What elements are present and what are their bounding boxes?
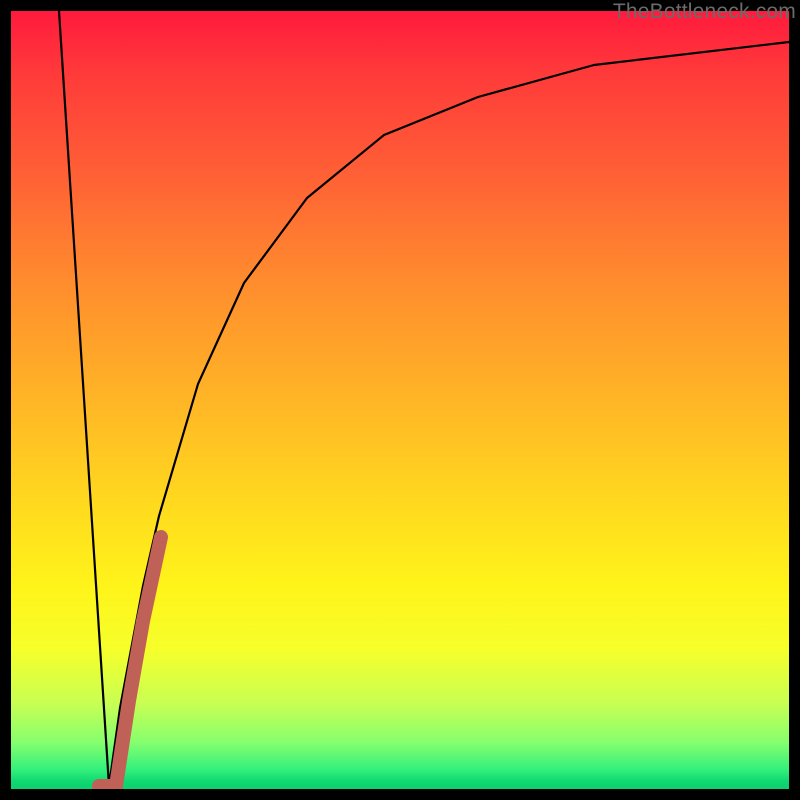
chart-svg <box>11 11 789 789</box>
highlight-segment-path <box>99 537 161 786</box>
bottleneck-curve-path <box>59 11 789 786</box>
chart-plot-area: TheBottleneck.com <box>11 11 789 789</box>
watermark-text: TheBottleneck.com <box>613 0 796 24</box>
